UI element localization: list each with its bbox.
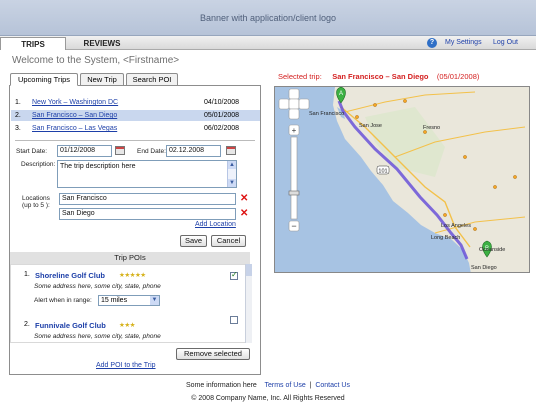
start-date-label: Start Date:	[16, 148, 48, 155]
map-label: Oceanside	[479, 247, 505, 253]
nav-tab-trips[interactable]: TRIPS	[0, 37, 66, 50]
log-out-link[interactable]: Log Out	[493, 38, 518, 48]
poi-name-link[interactable]: Shoreline Golf Club	[35, 271, 105, 280]
land-area	[333, 87, 529, 272]
alert-range-value: 15 miles	[101, 297, 128, 304]
trip-date: 04/10/2008	[204, 99, 240, 106]
svg-text:−: −	[291, 221, 296, 231]
trip-link[interactable]: San Francisco – San Diego	[32, 110, 117, 121]
footer-separator: |	[309, 382, 312, 389]
map-label: Long Beach	[431, 235, 460, 241]
rating-stars: ★★★	[119, 322, 135, 329]
nav-tab-reviews[interactable]: REVIEWS	[72, 37, 132, 50]
scroll-down-arrow-icon[interactable]: ▼	[228, 179, 236, 187]
trip-link[interactable]: San Francisco – Las Vegas	[32, 123, 117, 134]
terms-of-use-link[interactable]: Terms of Use	[265, 382, 306, 389]
start-date-input[interactable]: 01/12/2008	[57, 145, 112, 157]
poi-scrollbar[interactable]	[245, 264, 252, 343]
trip-row[interactable]: 1. New York – Washington DC 04/10/2008	[11, 97, 260, 108]
end-date-label: End Date:	[137, 148, 166, 155]
add-poi-link[interactable]: Add POI to the Trip	[96, 362, 156, 369]
map-label: San Francisco	[309, 111, 344, 117]
marker-a-label: A	[339, 91, 343, 97]
locations-label: Locations	[22, 195, 50, 202]
description-text: The trip description here	[60, 163, 136, 170]
map-canvas[interactable]: A B San Francisco San Jose Fresno Los An…	[275, 87, 530, 273]
location-input[interactable]: San Diego	[59, 208, 236, 220]
copyright: © 2008 Company Name, Inc. All Rights Res…	[191, 395, 345, 402]
poi-checkbox[interactable]	[230, 270, 238, 280]
my-settings-link[interactable]: My Settings	[445, 38, 482, 48]
poi-checkbox[interactable]	[230, 316, 238, 324]
highway-label: 101	[378, 169, 387, 175]
welcome-message: Welcome to the System, <Firstname>	[12, 55, 180, 66]
poi-address: Some address here, some city, state, pho…	[34, 333, 161, 340]
footer-info: Some information here	[186, 382, 257, 389]
trip-pois-header: Trip POIs	[10, 252, 250, 264]
poi-number: 1.	[24, 271, 30, 278]
route-map[interactable]: A B San Francisco San Jose Fresno Los An…	[274, 86, 530, 273]
rating-stars: ★★★★★	[119, 272, 146, 279]
selected-trip-name: San Francisco – San Diego	[332, 72, 429, 81]
trip-row-selected[interactable]: 2. San Francisco – San Diego 05/01/2008	[11, 110, 260, 121]
map-label: Fresno	[423, 125, 440, 131]
selected-trip-label: Selected trip:	[278, 72, 322, 81]
zoom-slider[interactable]: + −	[288, 124, 300, 232]
locations-sublabel: (up to 5 ):	[22, 202, 50, 209]
delete-location-icon[interactable]: ✕	[240, 209, 248, 219]
description-label: Description:	[21, 161, 56, 168]
alert-range-label: Alert when in range:	[34, 297, 92, 304]
footer: Some information here Terms of Use | Con…	[0, 381, 536, 404]
cancel-button[interactable]: Cancel	[211, 235, 246, 247]
trip-number: 1.	[15, 99, 21, 106]
svg-text:+: +	[292, 126, 297, 135]
trip-row[interactable]: 3. San Francisco – Las Vegas 06/02/2008	[11, 123, 260, 134]
trip-date: 06/02/2008	[204, 125, 240, 132]
question-icon[interactable]: ?	[427, 38, 437, 48]
trip-number: 3.	[15, 125, 21, 132]
tab-upcoming-trips[interactable]: Upcoming Trips	[10, 73, 78, 86]
scroll-up-arrow-icon[interactable]: ▲	[228, 161, 236, 169]
top-nav-bar: TRIPS REVIEWS ? My Settings Log Out	[0, 36, 536, 50]
remove-selected-button[interactable]: Remove selected	[176, 348, 250, 360]
description-scrollbar[interactable]: ▲ ▼	[227, 161, 236, 187]
poi-number: 2.	[24, 321, 30, 328]
save-button[interactable]: Save	[180, 235, 207, 247]
add-location-link[interactable]: Add Location	[195, 221, 236, 228]
app-banner: Banner with application/client logo	[0, 0, 536, 36]
map-label: Los Angeles	[441, 223, 471, 229]
poi-address: Some address here, some city, state, pho…	[34, 283, 161, 290]
map-label: San Jose	[359, 123, 382, 129]
map-label: San Diego	[471, 265, 497, 271]
description-textarea[interactable]: The trip description here ▲ ▼	[57, 160, 237, 188]
chevron-down-icon: ▼	[150, 296, 159, 305]
calendar-icon[interactable]	[226, 146, 236, 155]
map-pan-control[interactable]	[278, 88, 310, 120]
trip-date: 05/01/2008	[204, 112, 240, 119]
calendar-icon[interactable]	[115, 146, 125, 155]
trip-number: 2.	[15, 112, 21, 119]
poi-name-link[interactable]: Funnivale Golf Club	[35, 321, 106, 330]
scroll-thumb[interactable]	[246, 264, 252, 276]
end-date-input[interactable]: 02.12.2008	[166, 145, 221, 157]
divider	[15, 140, 255, 141]
selected-trip-heading: Selected trip: San Francisco – San Diego…	[278, 72, 479, 81]
delete-location-icon[interactable]: ✕	[240, 194, 248, 204]
footer-links-row: Some information here Terms of Use | Con…	[0, 381, 536, 391]
trip-link[interactable]: New York – Washington DC	[32, 97, 118, 108]
alert-range-select[interactable]: 15 miles ▼	[98, 295, 160, 306]
contact-us-link[interactable]: Contact Us	[315, 382, 350, 389]
location-input[interactable]: San Francisco	[59, 193, 236, 205]
selected-trip-date: (05/01/2008)	[436, 72, 480, 81]
